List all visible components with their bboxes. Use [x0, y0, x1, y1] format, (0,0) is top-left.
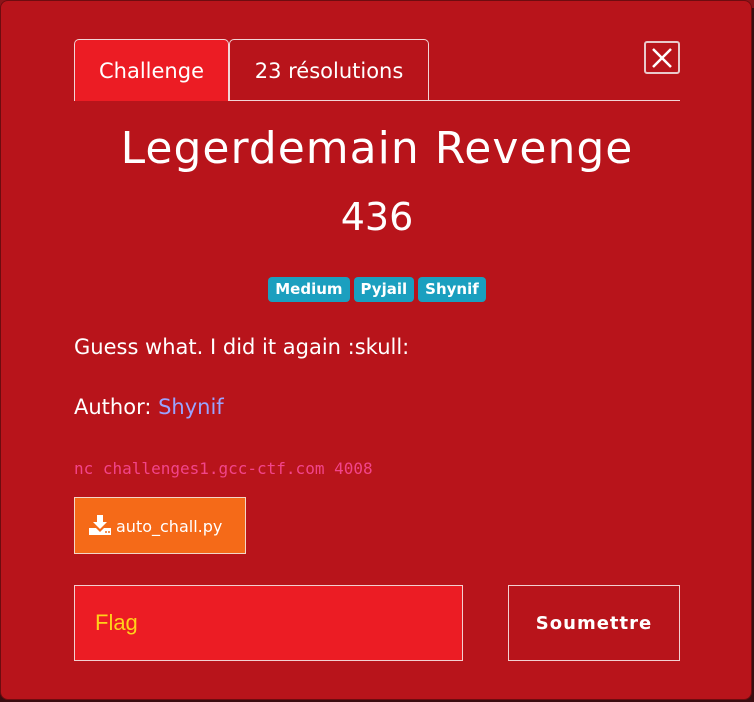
tag-list: Medium Pyjail Shynif: [1, 277, 753, 302]
tab-challenge[interactable]: Challenge: [74, 39, 229, 101]
tag-badge: Pyjail: [353, 277, 415, 302]
download-file-button[interactable]: auto_chall.py: [74, 497, 246, 554]
tag-badge: Shynif: [418, 277, 486, 302]
tag-badge: Medium: [268, 277, 350, 302]
challenge-modal: Challenge 23 résolutions Legerdemain Rev…: [0, 0, 752, 700]
challenge-description: Guess what. I did it again :skull:: [74, 335, 410, 359]
flag-input[interactable]: [74, 585, 463, 661]
tab-solves[interactable]: 23 résolutions: [229, 39, 429, 101]
author-label: Author:: [74, 395, 159, 419]
challenge-title: Legerdemain Revenge: [120, 123, 634, 174]
download-icon: [89, 515, 111, 535]
challenge-points: 436: [340, 195, 414, 239]
file-name: auto_chall.py: [116, 517, 223, 536]
submit-button[interactable]: Soumettre: [508, 585, 680, 661]
close-icon: [652, 48, 672, 68]
author-link[interactable]: Shynif: [158, 395, 224, 419]
close-button[interactable]: [644, 41, 680, 74]
author-line: Author: Shynif: [74, 395, 224, 419]
tab-bar: Challenge 23 résolutions: [74, 39, 680, 101]
connection-command: nc challenges1.gcc-ctf.com 4008: [74, 459, 373, 478]
